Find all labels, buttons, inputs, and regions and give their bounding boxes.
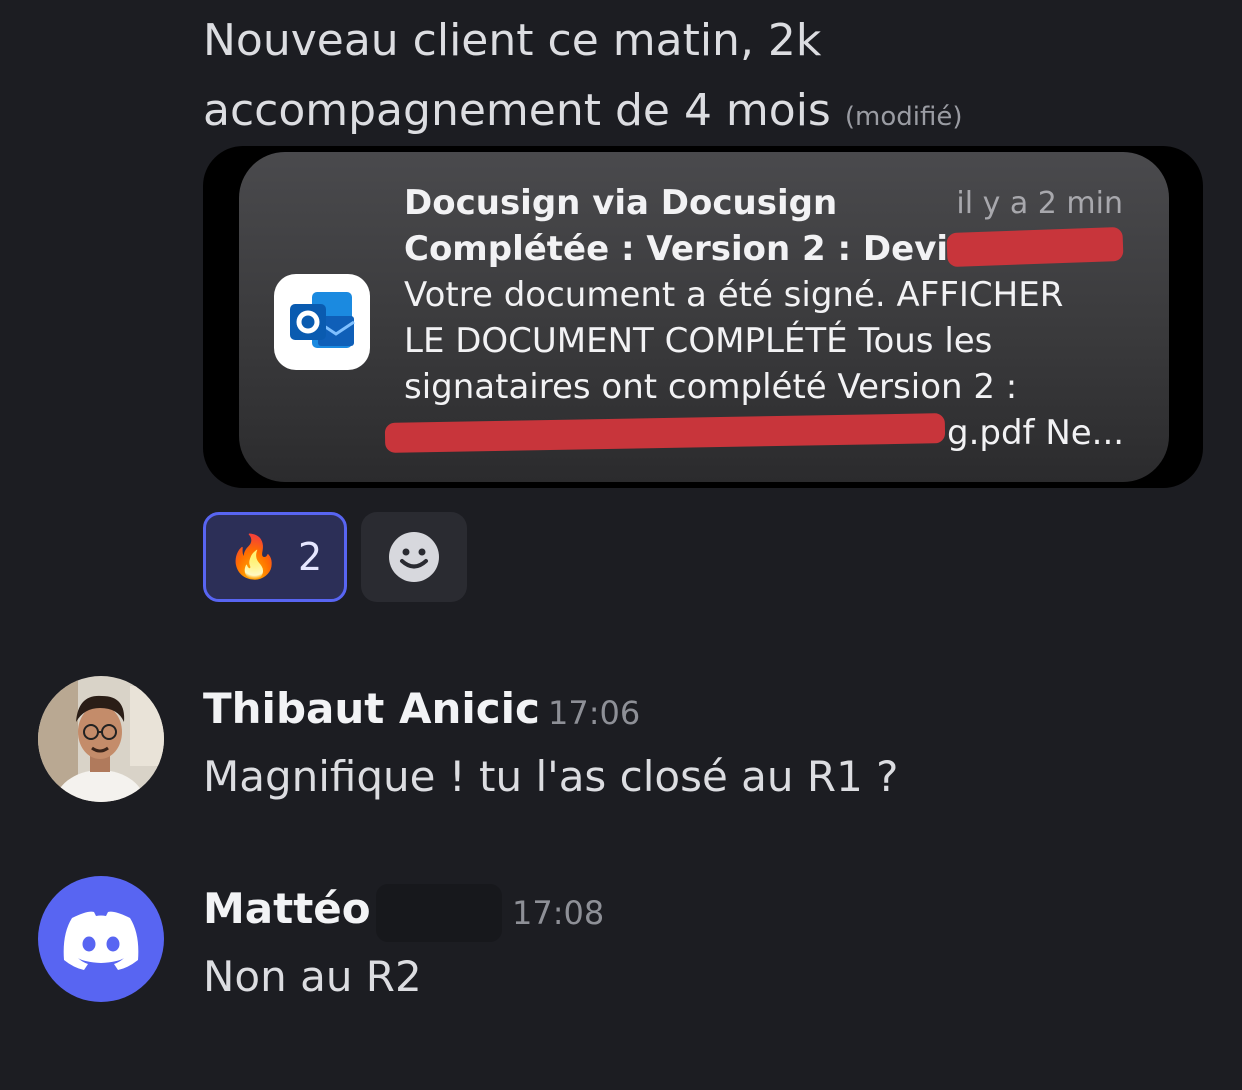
fire-icon: 🔥: [227, 532, 281, 581]
message-timestamp: 17:06: [548, 694, 641, 732]
reaction-count: 2: [298, 535, 323, 579]
role-tag-redacted: [376, 884, 502, 942]
notification-card: Docusign via Docusign il y a 2 min Compl…: [239, 152, 1169, 482]
message-content: Nouveau client ce matin, 2k accompagneme…: [203, 15, 831, 136]
notification-sender: Docusign via Docusign: [404, 183, 838, 223]
edited-label: (modifié): [844, 102, 963, 132]
image-attachment[interactable]: Docusign via Docusign il y a 2 min Compl…: [203, 146, 1203, 488]
notification-line-2: LE DOCUMENT COMPLÉTÉ Tous les: [404, 321, 993, 361]
notification-line-1: Votre document a été signé. AFFICHER: [404, 275, 1064, 315]
notification-time: il y a 2 min: [956, 186, 1123, 221]
smiley-icon: [389, 532, 439, 582]
notification-line-4: g.pdf Ne...: [947, 413, 1125, 453]
reaction-fire[interactable]: 🔥 2: [203, 512, 347, 602]
outlook-icon: [274, 274, 370, 370]
notification-line-3: signataires ont complété Version 2 :: [404, 367, 1018, 407]
message-author[interactable]: Mattéo: [203, 884, 371, 933]
discord-logo-icon: [63, 911, 139, 970]
message-text: Nouveau client ce matin, 2k accompagneme…: [203, 6, 1213, 152]
avatar[interactable]: [38, 876, 164, 1002]
notification-subject: Complétée : Version 2 : Devis: [404, 229, 969, 269]
user-photo: [38, 676, 164, 802]
message-author[interactable]: Thibaut Anicic: [203, 684, 540, 733]
message-content: Non au R2: [203, 952, 422, 1001]
redaction-mark: [946, 226, 1124, 268]
message-content: Magnifique ! tu l'as closé au R1 ?: [203, 752, 899, 801]
message-timestamp: 17:08: [512, 894, 605, 932]
redaction-mark: [384, 413, 946, 453]
avatar[interactable]: [38, 676, 164, 802]
add-reaction-button[interactable]: [361, 512, 467, 602]
